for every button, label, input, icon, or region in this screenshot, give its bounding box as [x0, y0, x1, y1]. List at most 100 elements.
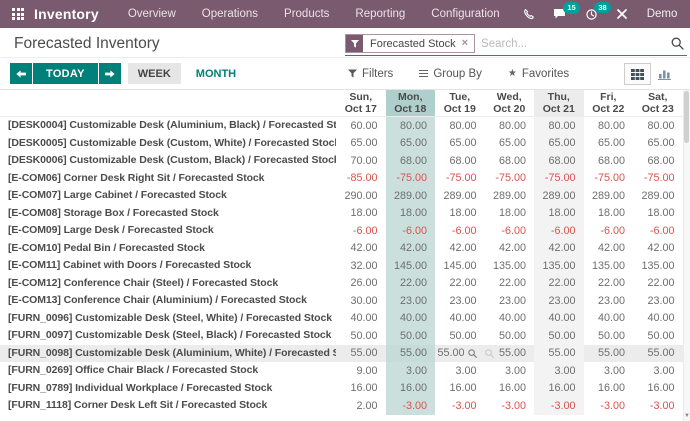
favorites-menu[interactable]: ★ Favorites — [508, 68, 569, 80]
forecast-cell[interactable]: 22.00 — [435, 275, 485, 293]
forecast-cell[interactable]: 40.00 — [485, 310, 535, 328]
next-week-button[interactable] — [99, 63, 121, 84]
forecast-cell[interactable]: 40.00 — [435, 310, 485, 328]
forecast-cell[interactable]: 55.00 — [386, 345, 436, 363]
forecast-cell[interactable]: 68.00 — [386, 152, 436, 170]
forecast-cell[interactable]: 16.00 — [435, 380, 485, 398]
range-month-button[interactable]: MONTH — [196, 63, 236, 84]
forecast-cell[interactable]: 22.00 — [584, 275, 634, 293]
menu-configuration[interactable]: Configuration — [418, 0, 512, 28]
forecast-cell[interactable]: 65.00 — [336, 135, 386, 153]
forecast-cell[interactable]: 3.00 — [633, 362, 683, 380]
forecast-cell[interactable]: 55.00 — [534, 345, 584, 363]
forecast-cell[interactable]: 55.00 — [435, 345, 485, 363]
row-label[interactable]: [FURN_0789] Individual Workplace / Forec… — [0, 380, 336, 398]
group-by-menu[interactable]: Group By — [419, 68, 482, 80]
forecast-cell[interactable]: -3.00 — [534, 397, 584, 415]
forecast-cell[interactable]: 50.00 — [633, 327, 683, 345]
search-box[interactable]: Forecasted Stock × — [345, 32, 687, 56]
forecast-cell[interactable]: -75.00 — [633, 170, 683, 188]
forecast-cell[interactable]: 68.00 — [584, 152, 634, 170]
scrollbar-down-icon[interactable]: ▼ — [684, 413, 690, 419]
forecast-cell[interactable]: 68.00 — [485, 152, 535, 170]
company-name[interactable]: Demo — [637, 8, 688, 20]
vertical-scrollbar[interactable]: ▼ — [683, 90, 690, 421]
row-label[interactable]: [E-COM13] Conference Chair (Aluminium) /… — [0, 292, 336, 310]
forecast-cell[interactable]: 26.00 — [336, 275, 386, 293]
column-header[interactable]: Thu,Oct 21 — [534, 90, 584, 116]
forecast-cell[interactable]: 18.00 — [534, 205, 584, 223]
forecast-cell[interactable]: 18.00 — [336, 205, 386, 223]
row-label[interactable]: [E-COM11] Cabinet with Doors / Forecaste… — [0, 257, 336, 275]
column-header[interactable]: Tue,Oct 19 — [435, 90, 485, 116]
forecast-cell[interactable]: 23.00 — [584, 292, 634, 310]
phone-icon[interactable] — [513, 8, 544, 21]
row-label[interactable]: [E-COM06] Corner Desk Right Sit / Foreca… — [0, 170, 336, 188]
forecast-cell[interactable]: -3.00 — [386, 397, 436, 415]
forecast-cell[interactable]: 289.00 — [386, 187, 436, 205]
forecast-cell[interactable]: 135.00 — [633, 257, 683, 275]
forecast-cell[interactable]: -6.00 — [336, 222, 386, 240]
forecast-cell[interactable]: 2.00 — [336, 397, 386, 415]
forecast-cell[interactable]: 65.00 — [584, 135, 634, 153]
activities-icon[interactable]: 38 — [576, 8, 607, 21]
forecast-cell[interactable]: 22.00 — [534, 275, 584, 293]
row-label[interactable]: [E-COM10] Pedal Bin / Forecasted Stock — [0, 240, 336, 258]
forecast-cell[interactable]: -3.00 — [633, 397, 683, 415]
forecast-cell[interactable]: 289.00 — [435, 187, 485, 205]
forecast-cell[interactable]: -6.00 — [534, 222, 584, 240]
forecast-cell[interactable]: 55.00 — [336, 345, 386, 363]
column-header[interactable]: Sun,Oct 17 — [336, 90, 386, 116]
forecast-cell[interactable]: 16.00 — [485, 380, 535, 398]
graph-view-button[interactable] — [651, 63, 678, 85]
forecast-cell[interactable]: 16.00 — [584, 380, 634, 398]
column-header[interactable]: Wed,Oct 20 — [485, 90, 535, 116]
forecast-cell[interactable]: 22.00 — [633, 275, 683, 293]
range-week-button[interactable]: WEEK — [128, 63, 181, 84]
forecast-cell[interactable]: 16.00 — [386, 380, 436, 398]
grid-view-button[interactable] — [624, 63, 651, 85]
forecast-cell[interactable]: 55.00 — [584, 345, 634, 363]
menu-products[interactable]: Products — [271, 0, 342, 28]
forecast-cell[interactable]: 18.00 — [633, 205, 683, 223]
forecast-cell[interactable]: 42.00 — [584, 240, 634, 258]
forecast-cell[interactable]: 16.00 — [336, 380, 386, 398]
forecast-cell[interactable]: -6.00 — [386, 222, 436, 240]
forecast-cell[interactable]: 70.00 — [336, 152, 386, 170]
forecast-cell[interactable]: 42.00 — [485, 240, 535, 258]
forecast-cell[interactable]: 3.00 — [584, 362, 634, 380]
forecast-cell[interactable]: 145.00 — [386, 257, 436, 275]
forecast-cell[interactable]: 30.00 — [336, 292, 386, 310]
forecast-cell[interactable]: 23.00 — [633, 292, 683, 310]
forecast-cell[interactable]: 23.00 — [386, 292, 436, 310]
menu-reporting[interactable]: Reporting — [342, 0, 418, 28]
menu-overview[interactable]: Overview — [115, 0, 189, 28]
forecast-cell[interactable]: 80.00 — [584, 117, 634, 135]
column-header[interactable]: Sat,Oct 23 — [633, 90, 683, 116]
forecast-cell[interactable]: -6.00 — [485, 222, 535, 240]
forecast-cell[interactable]: 23.00 — [435, 292, 485, 310]
filters-menu[interactable]: Filters — [348, 68, 393, 80]
row-label[interactable]: [E-COM07] Large Cabinet / Forecasted Sto… — [0, 187, 336, 205]
forecast-cell[interactable]: 42.00 — [386, 240, 436, 258]
forecast-cell[interactable]: 3.00 — [386, 362, 436, 380]
row-label[interactable]: [E-COM09] Large Desk / Forecasted Stock — [0, 222, 336, 240]
forecast-cell[interactable]: 289.00 — [633, 187, 683, 205]
prev-week-button[interactable] — [10, 63, 32, 84]
menu-operations[interactable]: Operations — [189, 0, 271, 28]
forecast-cell[interactable]: 65.00 — [633, 135, 683, 153]
forecast-cell[interactable]: 50.00 — [386, 327, 436, 345]
forecast-cell[interactable]: 40.00 — [633, 310, 683, 328]
forecast-cell[interactable]: -3.00 — [435, 397, 485, 415]
forecast-cell[interactable]: 42.00 — [336, 240, 386, 258]
forecast-cell[interactable]: 32.00 — [336, 257, 386, 275]
forecast-cell[interactable]: 65.00 — [386, 135, 436, 153]
column-header[interactable]: Fri,Oct 22 — [584, 90, 634, 116]
forecast-cell[interactable]: 65.00 — [435, 135, 485, 153]
row-label[interactable]: [E-COM12] Conference Chair (Steel) / For… — [0, 275, 336, 293]
forecast-cell[interactable]: 68.00 — [633, 152, 683, 170]
row-label[interactable]: [DESK0006] Customizable Desk (Custom, Bl… — [0, 152, 336, 170]
forecast-cell[interactable]: -75.00 — [534, 170, 584, 188]
forecast-cell[interactable]: -6.00 — [584, 222, 634, 240]
forecast-cell[interactable]: 18.00 — [435, 205, 485, 223]
